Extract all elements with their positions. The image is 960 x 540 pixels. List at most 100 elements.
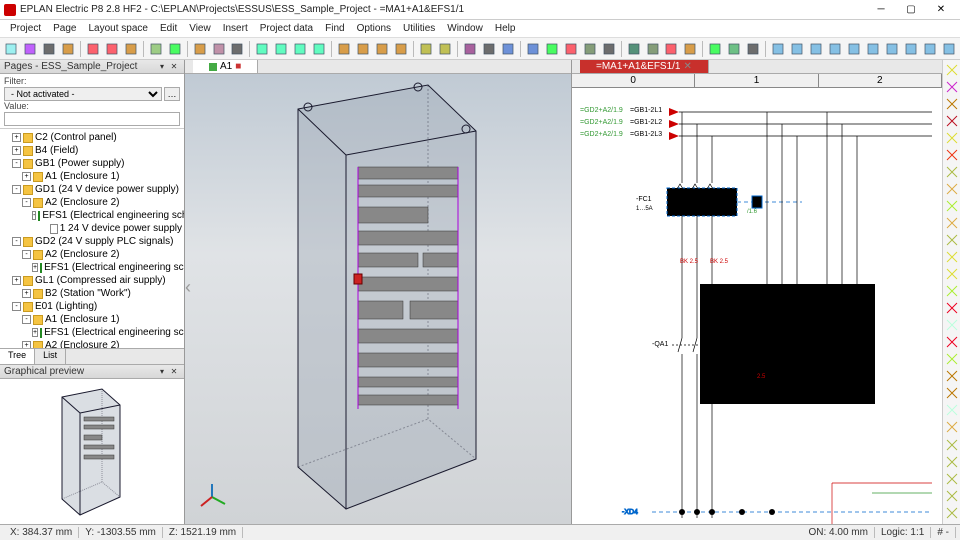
zoom-window-icon[interactable] [310, 40, 328, 58]
select-icon[interactable] [228, 40, 246, 58]
open-icon[interactable] [21, 40, 39, 58]
canvas-schematic[interactable]: =GD2+A2/1.9 =GB1-2L1 =GD2+A2/1.9 =GB1-2L… [572, 88, 942, 524]
view3d-tab-close[interactable]: ■ [235, 61, 241, 72]
menu-project-data[interactable]: Project data [254, 21, 319, 36]
save-icon[interactable] [40, 40, 58, 58]
line-icon[interactable] [524, 40, 542, 58]
nav-left-icon[interactable]: ‹ [185, 277, 191, 298]
m9-icon[interactable] [921, 40, 939, 58]
m4-icon[interactable] [826, 40, 844, 58]
viewschem-tab-close[interactable]: ✕ [684, 61, 692, 72]
zoom-in-icon[interactable] [253, 40, 271, 58]
viewschem-tab[interactable]: =MA1+A1&EFS1/1 ✕ [580, 60, 709, 73]
t3-icon[interactable] [944, 471, 960, 487]
shield-icon[interactable] [944, 283, 960, 299]
tree-node[interactable]: -GD2 (24 V supply PLC signals) [2, 235, 182, 248]
layers-icon[interactable] [499, 40, 517, 58]
menu-utilities[interactable]: Utilities [397, 21, 441, 36]
filter-select[interactable]: - Not activated - [4, 87, 162, 101]
terminal-icon[interactable] [644, 40, 662, 58]
tree-node[interactable]: -A2 (Enclosure 2) [2, 248, 182, 261]
tree-node[interactable]: +B4 (Field) [2, 144, 182, 157]
tree-node[interactable]: +EFS1 (Electrical engineering schematic) [2, 261, 182, 274]
m3-icon[interactable] [807, 40, 825, 58]
tree-node[interactable]: -GB1 (Power supply) [2, 157, 182, 170]
zoom-out-icon[interactable] [272, 40, 290, 58]
page-next-icon[interactable] [354, 40, 372, 58]
new-icon[interactable] [2, 40, 20, 58]
cut-icon[interactable] [84, 40, 102, 58]
close-button[interactable]: ✕ [926, 1, 956, 19]
report-icon[interactable] [706, 40, 724, 58]
plc-icon[interactable] [681, 40, 699, 58]
tree-node[interactable]: 1 24 V device power supply [2, 222, 182, 235]
bus-icon[interactable] [944, 300, 960, 316]
cursor-icon[interactable] [944, 62, 960, 78]
menu-window[interactable]: Window [441, 21, 489, 36]
t5-icon[interactable] [944, 505, 960, 521]
tree-node[interactable]: +GL1 (Compressed air supply) [2, 274, 182, 287]
page-prev-icon[interactable] [335, 40, 353, 58]
tree-node[interactable]: -GD1 (24 V device power supply) [2, 183, 182, 196]
minimize-button[interactable]: ─ [866, 1, 896, 19]
rect-icon[interactable] [543, 40, 561, 58]
rect-icon[interactable] [944, 113, 960, 129]
tree-node[interactable]: -A1 (Enclosure 1) [2, 313, 182, 326]
symbol-icon[interactable] [944, 198, 960, 214]
mount-icon[interactable] [944, 402, 960, 418]
tree-node[interactable]: -E01 (Lighting) [2, 300, 182, 313]
cable-icon[interactable] [663, 40, 681, 58]
dim-icon[interactable] [944, 181, 960, 197]
view3d-tab[interactable]: A1 ■ [193, 60, 258, 73]
page-last-icon[interactable] [392, 40, 410, 58]
paste-icon[interactable] [122, 40, 140, 58]
panel-close-button[interactable]: ✕ [168, 61, 180, 73]
circle-icon[interactable] [944, 130, 960, 146]
black-box-icon[interactable] [944, 334, 960, 350]
m10-icon[interactable] [940, 40, 958, 58]
panel-dropdown-button[interactable]: ▾ [156, 61, 168, 73]
t1-icon[interactable] [944, 437, 960, 453]
t4-icon[interactable] [944, 488, 960, 504]
menu-layout-space[interactable]: Layout space [82, 21, 154, 36]
page-first-icon[interactable] [373, 40, 391, 58]
settings-icon[interactable] [744, 40, 762, 58]
device-icon[interactable] [944, 215, 960, 231]
arrow-right-icon[interactable] [436, 40, 454, 58]
macro-icon[interactable] [944, 317, 960, 333]
canvas-3d[interactable]: ‹ [185, 74, 571, 524]
value-input[interactable] [4, 112, 180, 126]
terminal-icon[interactable] [944, 232, 960, 248]
zoom-fit-icon[interactable] [291, 40, 309, 58]
device-icon[interactable] [625, 40, 643, 58]
t2-icon[interactable] [944, 454, 960, 470]
tab-tree[interactable]: Tree [0, 349, 35, 364]
circle-icon[interactable] [562, 40, 580, 58]
m8-icon[interactable] [902, 40, 920, 58]
copy-icon[interactable] [103, 40, 121, 58]
tab-list[interactable]: List [35, 349, 66, 364]
menu-help[interactable]: Help [489, 21, 522, 36]
part-icon[interactable] [944, 385, 960, 401]
tree-node[interactable]: +EFS1 (Electrical engineering schematic) [2, 326, 182, 339]
tree-node[interactable]: +A1 (Enclosure 1) [2, 170, 182, 183]
line-icon[interactable] [944, 79, 960, 95]
arrow-left-icon[interactable] [417, 40, 435, 58]
text-icon[interactable] [944, 164, 960, 180]
menu-insert[interactable]: Insert [217, 21, 254, 36]
plc-box-icon[interactable] [944, 368, 960, 384]
arc-icon[interactable] [944, 147, 960, 163]
connector-icon[interactable] [944, 266, 960, 282]
menu-options[interactable]: Options [351, 21, 397, 36]
tree-node[interactable]: +B2 (Station "Work") [2, 287, 182, 300]
drill-icon[interactable] [944, 419, 960, 435]
menu-edit[interactable]: Edit [154, 21, 183, 36]
print-icon[interactable] [59, 40, 77, 58]
menu-page[interactable]: Page [47, 21, 82, 36]
m7-icon[interactable] [883, 40, 901, 58]
m6-icon[interactable] [864, 40, 882, 58]
m2-icon[interactable] [788, 40, 806, 58]
menu-find[interactable]: Find [319, 21, 350, 36]
filter-options-button[interactable]: … [164, 87, 180, 101]
tree-node[interactable]: +A2 (Enclosure 2) [2, 339, 182, 348]
